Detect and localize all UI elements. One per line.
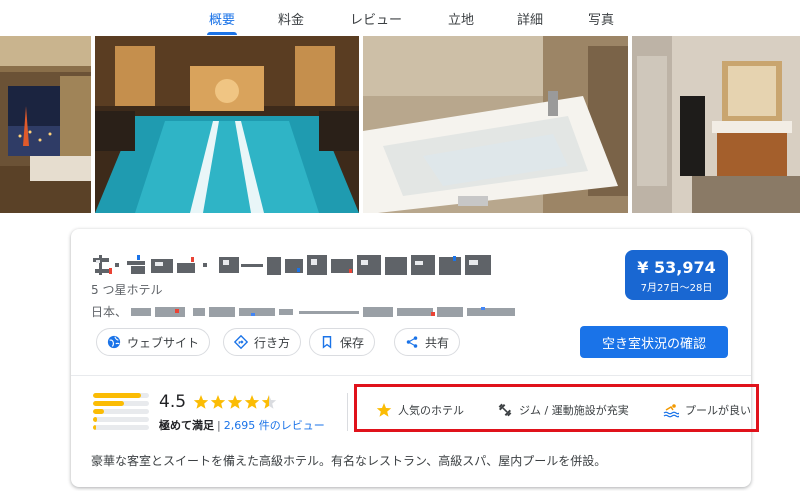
tab-location[interactable]: 立地	[448, 9, 474, 28]
bookmark-icon	[322, 336, 332, 349]
rating-label: 極めて満足	[159, 419, 214, 432]
rating-score: 4.5	[159, 392, 187, 412]
price-amount: ¥ 53,974	[637, 258, 716, 277]
tab-photos[interactable]: 写真	[588, 9, 614, 28]
hotel-name-redacted	[91, 251, 511, 277]
tab-reviews[interactable]: レビュー	[350, 9, 402, 28]
share-button[interactable]: 共有	[394, 328, 461, 356]
star-icon	[244, 395, 260, 409]
hotel-info-card: 5 つ星ホテル 日本、 ¥ 53,974 7月27日～28日 ウェブサイト 行き…	[71, 229, 759, 487]
rating-distribution	[93, 393, 149, 433]
photo-indoor-pool[interactable]	[95, 36, 359, 213]
share-label: 共有	[425, 335, 450, 350]
rating-bar-2-star	[93, 417, 149, 422]
rating-stars	[193, 394, 277, 410]
star-icon	[193, 395, 209, 409]
hotel-address: 日本、	[91, 303, 519, 320]
active-tab-indicator	[207, 32, 237, 35]
photo-bathroom-vanity[interactable]	[632, 36, 800, 213]
check-availability-button[interactable]: 空き室状況の確認	[580, 326, 728, 358]
hotel-star-class: 5 つ星ホテル	[91, 283, 163, 297]
share-icon	[406, 336, 418, 348]
section-divider	[71, 375, 751, 376]
rating-bar-5-star	[93, 393, 149, 398]
tab-prices[interactable]: 料金	[278, 9, 304, 28]
tab-details[interactable]: 詳細	[517, 9, 543, 28]
directions-icon	[234, 335, 248, 349]
website-label: ウェブサイト	[127, 335, 200, 350]
rating-bar-4-star	[93, 401, 149, 406]
rating-bar-1-star	[93, 425, 149, 430]
directions-label: 行き方	[254, 335, 291, 350]
photo-bathtub[interactable]	[363, 36, 628, 213]
vertical-divider	[347, 393, 348, 431]
globe-icon	[107, 335, 121, 349]
price-badge[interactable]: ¥ 53,974 7月27日～28日	[625, 250, 728, 300]
rating-summary: 極めて満足 | 2,695 件のレビュー	[159, 417, 325, 433]
price-dates: 7月27日～28日	[640, 283, 713, 294]
address-country: 日本、	[91, 305, 128, 319]
directions-button[interactable]: 行き方	[223, 328, 302, 356]
address-redacted	[131, 305, 519, 319]
reviews-link[interactable]: 2,695 件のレビュー	[224, 419, 325, 432]
star-icon	[210, 395, 226, 409]
tab-bar: 概要 料金 レビュー 立地 詳細 写真	[0, 0, 800, 36]
rating-separator: |	[217, 419, 221, 432]
save-button[interactable]: 保存	[309, 328, 376, 356]
star-icon	[261, 395, 277, 409]
annotation-highlight-box	[354, 384, 759, 432]
rating-bar-3-star	[93, 409, 149, 414]
hotel-description: 豪華な客室とスイートを備えた高級ホテル。有名なレストラン、高級スパ、屋内プールを…	[91, 454, 607, 468]
photo-room-city-view[interactable]	[0, 36, 91, 213]
star-icon	[227, 395, 243, 409]
save-label: 保存	[340, 335, 365, 350]
tab-overview[interactable]: 概要	[209, 9, 235, 28]
website-button[interactable]: ウェブサイト	[96, 328, 211, 356]
